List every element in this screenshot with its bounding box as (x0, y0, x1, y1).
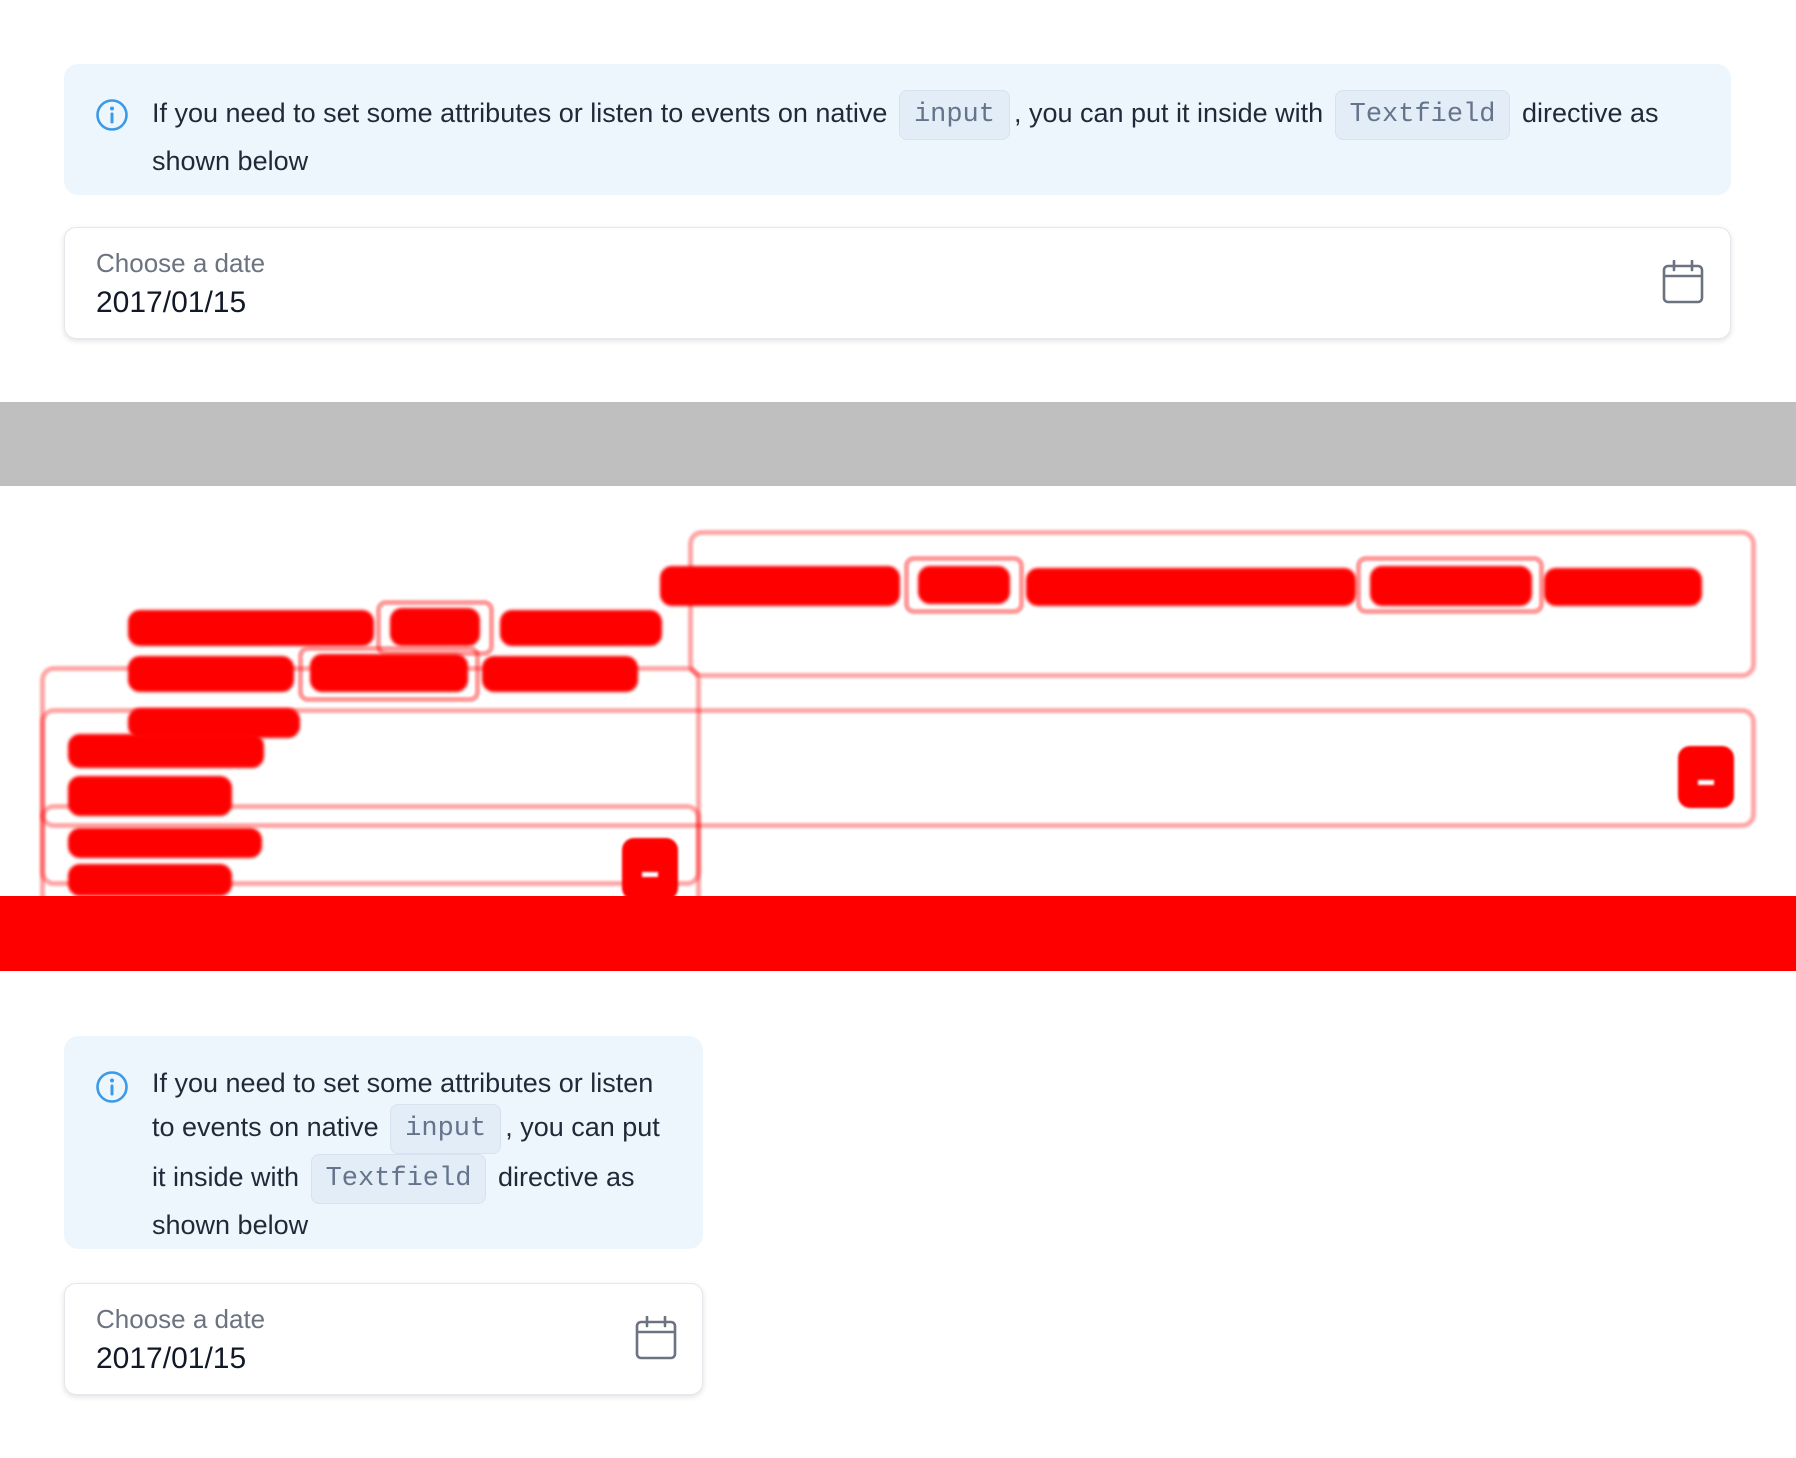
diff-calendar-icon (622, 838, 678, 896)
diff-blob (500, 610, 662, 646)
date-field-label: Choose a date (96, 1304, 266, 1334)
diff-blob (1544, 568, 1702, 606)
diff-blob (128, 610, 374, 646)
screenshot-comparison: If you need to set some attributes or li… (0, 0, 1796, 1458)
diff-overlay (0, 486, 1796, 896)
diff-blob (128, 656, 294, 692)
info-callout: If you need to set some attributes or li… (64, 1036, 703, 1249)
info-icon (96, 1071, 128, 1103)
diff-blob (68, 828, 262, 858)
callout-text: , you can put it inside with (1013, 98, 1324, 129)
info-icon (96, 99, 128, 131)
calendar-icon[interactable] (1662, 260, 1704, 304)
date-field-label: Choose a date (96, 248, 266, 278)
diff-blob (68, 864, 232, 896)
date-field[interactable]: Choose a date 2017/01/15 (64, 1283, 703, 1395)
inline-code-input: input (390, 1104, 502, 1154)
diff-blob (918, 566, 1010, 604)
diff-blob (68, 734, 264, 768)
info-callout: If you need to set some attributes or li… (64, 64, 1731, 195)
diff-blob (390, 608, 480, 646)
separator-band (0, 402, 1796, 486)
inline-code-input: input (898, 90, 1010, 140)
diff-blob (660, 566, 900, 606)
date-field-value[interactable]: 2017/01/15 (96, 1342, 246, 1376)
top-panel: If you need to set some attributes or li… (0, 0, 1796, 402)
date-field-value[interactable]: 2017/01/15 (96, 286, 246, 320)
date-field[interactable]: Choose a date 2017/01/15 (64, 227, 1731, 339)
inline-code-textfield: Textfield (1334, 90, 1511, 140)
diff-blob (310, 654, 468, 692)
diff-blob (1370, 566, 1532, 606)
inline-code-textfield: Textfield (310, 1154, 487, 1204)
diff-blob (1026, 568, 1356, 606)
callout-text: If you need to set some attributes or li… (152, 98, 888, 129)
calendar-icon[interactable] (635, 1316, 677, 1360)
diff-blob (68, 776, 232, 816)
diff-red-band (0, 896, 1796, 971)
diff-calendar-icon (1678, 746, 1734, 808)
bottom-panel: If you need to set some attributes or li… (0, 971, 1796, 1458)
diff-blob (482, 656, 638, 692)
